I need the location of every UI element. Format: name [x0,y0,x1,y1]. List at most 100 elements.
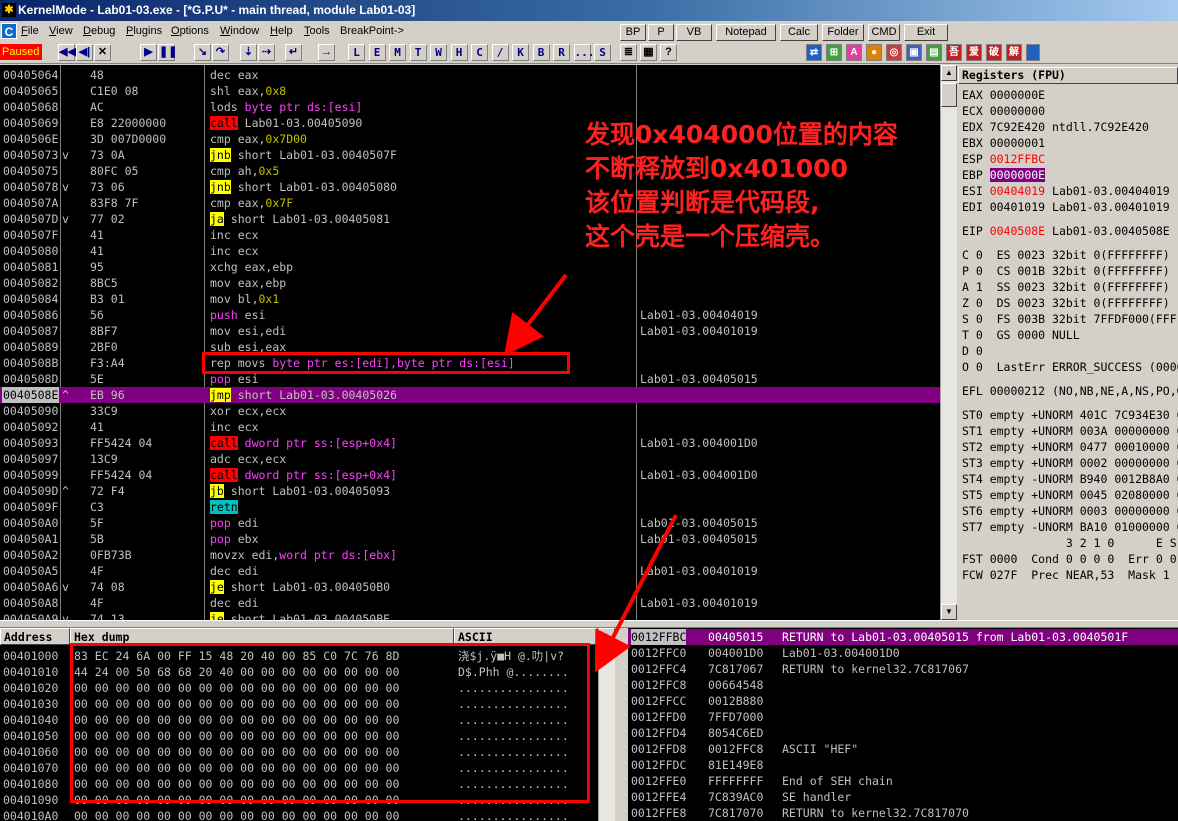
toolbar-button-vb[interactable]: VB [676,24,712,41]
disasm-row[interactable]: 00405086 56 push esi Lab01-03.00404019 [0,307,940,323]
register-row[interactable]: ST1 empty +UNORM 003A 00000000 0 [962,423,1178,439]
disasm-row[interactable]: 00405084 B3 01 mov bl,0x1 [0,291,940,307]
disasm-row[interactable]: 00405081 95 xchg eax,ebp [0,259,940,275]
window-button-s[interactable]: S [594,44,611,61]
target-icon[interactable]: ◎ [886,44,902,61]
menu-item-file[interactable]: File [21,25,39,37]
register-row[interactable]: EDI 00401019 Lab01-03.00401019 [962,199,1170,215]
plugin-button[interactable]: 破 [986,44,1002,61]
stack-row[interactable]: 0012FFC4 7C817067 RETURN to kernel32.7C817… [628,661,1178,677]
close-icon[interactable]: ✕ [94,44,111,61]
register-row[interactable]: ST4 empty -UNORM B940 0012B8A0 0 [962,471,1178,487]
register-row[interactable]: S 0 FS 003B 32bit 7FFDF000(FFF) [962,311,1178,327]
register-row[interactable]: A 1 SS 0023 32bit 0(FFFFFFFF) [962,279,1170,295]
menu-item-view[interactable]: View [49,25,73,37]
menu-item-plugins[interactable]: Plugins [126,25,162,37]
menu-item-tools[interactable]: Tools [304,25,330,37]
execute-till-return-icon[interactable]: ↵ [285,44,302,61]
pause-icon[interactable]: ❚❚ [158,44,177,61]
stack-row[interactable]: 0012FFD8 0012FFC8 ASCII "HEF" [628,741,1178,757]
window-button-e[interactable]: E [368,44,386,61]
help-icon[interactable]: ? [660,44,677,61]
trace-into-icon[interactable]: ⇣ [240,44,257,61]
disasm-row[interactable]: 00405099 FF5424 04 call dword ptr ss:[esp+… [0,467,940,483]
window-button-l[interactable]: L [348,44,365,61]
stack-row[interactable]: 0012FFE8 7C817070 RETURN to kernel32.7C817… [628,805,1178,821]
dump-address-header[interactable]: Address [0,628,70,645]
scroll-thumb[interactable] [941,83,957,107]
toolbar-button-p[interactable]: P [648,24,674,41]
register-row[interactable]: Z 0 DS 0023 32bit 0(FFFFFFFF) [962,295,1170,311]
disasm-row[interactable]: 00405065 C1E0 08 shl eax,0x8 [0,83,940,99]
menu-item-debug[interactable]: Debug [83,25,115,37]
blue-square-icon[interactable] [1026,44,1040,61]
disasm-row[interactable]: 004050A0 5F pop edi Lab01-03.00405015 [0,515,940,531]
disasm-row[interactable]: 004050A6 v 74 08 je short Lab01-03.004050B0 [0,579,940,595]
disasm-row[interactable]: 00405092 41 inc ecx [0,419,940,435]
window-button-k[interactable]: K [512,44,529,61]
toolbar-button-folder[interactable]: Folder [822,24,864,41]
register-row[interactable]: ST6 empty +UNORM 0003 00000000 0 [962,503,1178,519]
register-row[interactable]: ESI 00404019 Lab01-03.00404019 [962,183,1170,199]
disasm-row[interactable]: 0040509F C3 retn [0,499,940,515]
disasm-row[interactable]: 004050A5 4F dec edi Lab01-03.00401019 [0,563,940,579]
window-button-b[interactable]: B [532,44,550,61]
toolbar-button-notepad[interactable]: Notepad [716,24,776,41]
scroll-down-icon[interactable]: ▼ [941,604,957,620]
pane-splitter[interactable] [0,620,1178,628]
go-to-icon[interactable]: → [318,44,335,61]
toolbar-button-cmd[interactable]: CMD [868,24,900,41]
register-row[interactable]: ESP 0012FFBC [962,151,1045,167]
register-row[interactable]: D 0 [962,343,983,359]
stack-row[interactable]: 0012FFE4 7C839AC0 SE handler [628,789,1178,805]
stack-row[interactable]: 0012FFC8 00664548 [628,677,1178,693]
dump-row[interactable]: 004010A0 00 00 00 00 00 00 00 00 00 00 00… [0,808,598,821]
run-icon[interactable]: ▶ [140,44,157,61]
dump-scrollbar[interactable]: ▲ [598,628,615,821]
scroll-up-icon[interactable]: ▲ [941,65,957,81]
menu-item-breakpoint[interactable]: BreakPoint-> [340,25,404,37]
register-row[interactable]: EIP 0040508E Lab01-03.0040508E [962,223,1170,239]
step-into-icon[interactable]: ↘ [194,44,211,61]
window-button-h[interactable]: H [450,44,468,61]
stack-row[interactable]: 0012FFDC 81E149E8 [628,757,1178,773]
list-icon[interactable]: ≣ [620,44,637,61]
stack-row[interactable]: 0012FFD0 7FFD7000 [628,709,1178,725]
window-button-slash[interactable]: / [491,44,509,61]
register-row[interactable]: EFL 00000212 (NO,NB,NE,A,NS,PO,GE,G) [962,383,1178,399]
trace-over-icon[interactable]: ⇢ [258,44,275,61]
register-row[interactable]: EBP 0000000E [962,167,1046,183]
cpu-window-icon[interactable]: C [1,23,17,39]
calc-icon[interactable]: ▤ [926,44,942,61]
restart-icon[interactable]: ◀| [76,44,93,61]
stack-row[interactable]: 0012FFD4 8054C6ED [628,725,1178,741]
disasm-row[interactable]: 00405068 AC lods byte ptr ds:[esi] [0,99,940,115]
menu-item-options[interactable]: Options [171,25,209,37]
disasm-row[interactable]: 00405097 13C9 adc ecx,ecx [0,451,940,467]
window-button-w[interactable]: W [430,44,447,61]
stack-row[interactable]: 0012FFBC 00405015 RETURN to Lab01-03.00405… [628,629,1178,645]
register-row[interactable]: C 0 ES 0023 32bit 0(FFFFFFFF) [962,247,1170,263]
register-row[interactable]: P 0 CS 001B 32bit 0(FFFFFFFF) [962,263,1170,279]
step-over-icon[interactable]: ↷ [212,44,229,61]
register-row[interactable]: EAX 0000000E [962,87,1045,103]
menu-item-window[interactable]: Window [220,25,259,37]
disasm-row[interactable]: 00405087 8BF7 mov esi,edi Lab01-03.00401019 [0,323,940,339]
disasm-row[interactable]: 004050A2 0FB73B movzx edi,word ptr ds:[ebx… [0,547,940,563]
register-row[interactable]: EDX 7C92E420 ntdll.7C92E420 [962,119,1149,135]
scroll-up-icon[interactable]: ▲ [599,628,615,644]
tools-icon[interactable]: ⊞ [826,44,842,61]
disasm-row[interactable]: 004050A9 v 74 13 je short Lab01-03.004050BE [0,611,940,620]
register-row[interactable]: FST 0000 Cond 0 0 0 0 Err 0 0 0 0 [962,551,1178,567]
open-icon[interactable]: ◀◀ [58,44,76,61]
window-button-m[interactable]: M [389,44,406,61]
grid-icon[interactable]: ▦ [640,44,657,61]
toolbar-button-bp[interactable]: BP [620,24,646,41]
disasm-row[interactable]: 00405093 FF5424 04 call dword ptr ss:[esp+… [0,435,940,451]
stack-pane[interactable]: 0012FFBC 00405015 RETURN to Lab01-03.00405… [628,628,1178,821]
toolbar-button-exit[interactable]: Exit [904,24,948,41]
plugin-button[interactable]: 吾 [946,44,962,61]
menu-item-help[interactable]: Help [270,25,293,37]
disasm-row[interactable]: 00405082 8BC5 mov eax,ebp [0,275,940,291]
ollydbg-bug-icon[interactable]: ✱ [2,3,16,17]
